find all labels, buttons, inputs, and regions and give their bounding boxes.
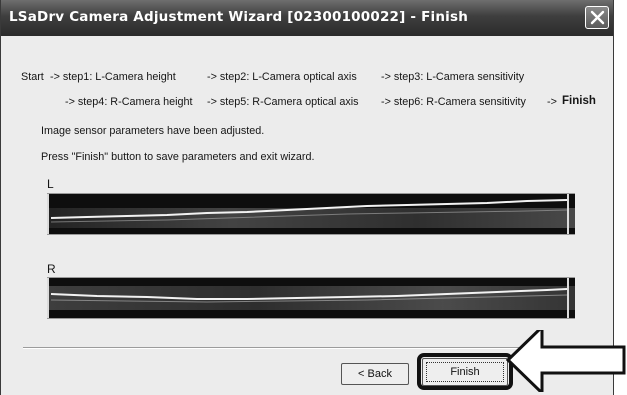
step-1: -> step1: L-Camera height [50, 71, 176, 83]
back-button[interactable]: < Back [341, 363, 409, 385]
status-message: Image sensor parameters have been adjust… [41, 125, 265, 137]
right-strip-edge-start [47, 278, 49, 318]
left-strip-edge-start [47, 194, 49, 234]
pointer-arrow-icon [505, 330, 626, 392]
right-sensor-label: R [47, 262, 56, 276]
right-sensor-image [47, 277, 575, 319]
step-5: -> step5: R-Camera optical axis [207, 96, 359, 108]
finish-highlight-box [417, 353, 513, 390]
step-2: -> step2: L-Camera optical axis [207, 71, 357, 83]
window-title: LSaDrv Camera Adjustment Wizard [0230010… [9, 9, 469, 25]
step-6: -> step6: R-Camera sensitivity [381, 96, 526, 108]
step-final-prefix: -> [547, 96, 557, 108]
close-button[interactable] [585, 6, 609, 29]
step-4: -> step4: R-Camera height [65, 96, 193, 108]
left-sensor-waveform [47, 199, 575, 228]
right-sensor-waveform [47, 286, 575, 310]
left-strip-edge-end [567, 194, 569, 234]
left-sensor-label: L [47, 177, 54, 191]
step-3: -> step3: L-Camera sensitivity [381, 71, 525, 83]
instruction-message: Press "Finish" button to save parameters… [41, 151, 315, 163]
step-finish-current: Finish [562, 95, 596, 107]
left-sensor-image [47, 193, 575, 235]
title-bar[interactable]: LSaDrv Camera Adjustment Wizard [0230010… [1, 0, 613, 36]
step-start: Start [21, 71, 44, 83]
close-icon [590, 10, 605, 25]
right-strip-edge-end [567, 278, 569, 318]
